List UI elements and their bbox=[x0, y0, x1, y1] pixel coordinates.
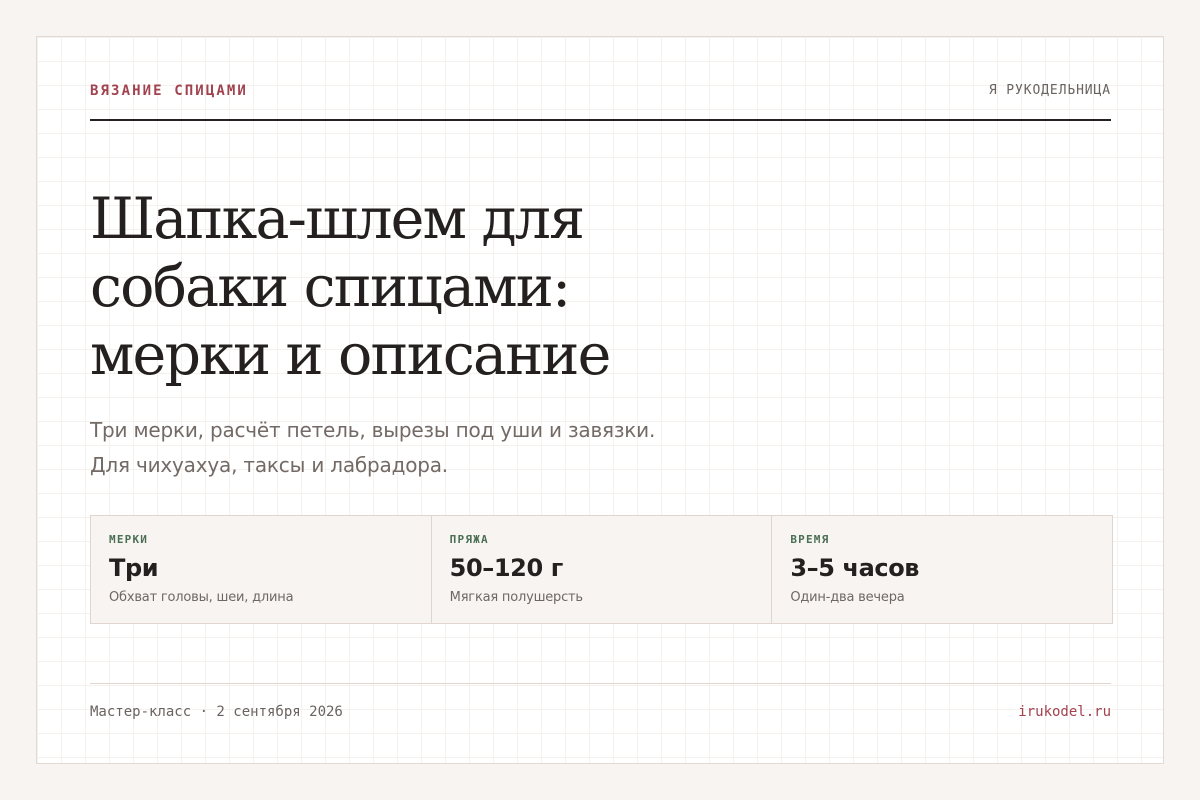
site-brand[interactable]: Я РУКОДЕЛЬНИЦА bbox=[989, 83, 1111, 99]
title-line: собаки спицами: bbox=[90, 254, 571, 320]
stat-note: Один-два вечера bbox=[790, 590, 905, 605]
footer: Мастер-класс · 2 сентября 2026 irukodel.… bbox=[90, 683, 1111, 734]
article-title: Шапка-шлем для собаки спицами: мерки и о… bbox=[90, 185, 730, 389]
subtitle-line: Для чихуахуа, таксы и лабрадора. bbox=[90, 453, 448, 477]
stat-label: МЕРКИ bbox=[109, 533, 149, 546]
stats-panel: МЕРКИ Три Обхват головы, шеи, длина ПРЯЖ… bbox=[90, 515, 1113, 624]
publish-date: Мастер-класс · 2 сентября 2026 bbox=[90, 704, 343, 720]
stat-value: 3–5 часов bbox=[790, 554, 920, 582]
stat-note: Мягкая полушерсть bbox=[449, 590, 583, 605]
category-kicker[interactable]: ВЯЗАНИЕ СПИЦАМИ bbox=[90, 83, 248, 99]
stat-label: ВРЕМЯ bbox=[790, 533, 830, 546]
stat-value: Три bbox=[109, 554, 159, 582]
title-line: мерки и описание bbox=[90, 322, 611, 388]
article-subtitle: Три мерки, расчёт петель, вырезы под уши… bbox=[90, 413, 655, 483]
stat-value: 50–120 г bbox=[449, 554, 564, 582]
stat-label: ПРЯЖА bbox=[449, 533, 489, 546]
subtitle-line: Три мерки, расчёт петель, вырезы под уши… bbox=[90, 418, 656, 442]
stat-yarn: ПРЯЖА 50–120 г Мягкая полушерсть bbox=[432, 516, 773, 623]
title-line: Шапка-шлем для bbox=[90, 186, 585, 252]
stat-time: ВРЕМЯ 3–5 часов Один-два вечера bbox=[772, 516, 1112, 623]
article-card: ВЯЗАНИЕ СПИЦАМИ Я РУКОДЕЛЬНИЦА Шапка-шле… bbox=[36, 36, 1164, 764]
header: ВЯЗАНИЕ СПИЦАМИ Я РУКОДЕЛЬНИЦА bbox=[90, 83, 1111, 121]
site-link[interactable]: irukodel.ru bbox=[1018, 704, 1111, 720]
stat-measurements: МЕРКИ Три Обхват головы, шеи, длина bbox=[91, 516, 432, 623]
stat-note: Обхват головы, шеи, длина bbox=[109, 590, 294, 605]
